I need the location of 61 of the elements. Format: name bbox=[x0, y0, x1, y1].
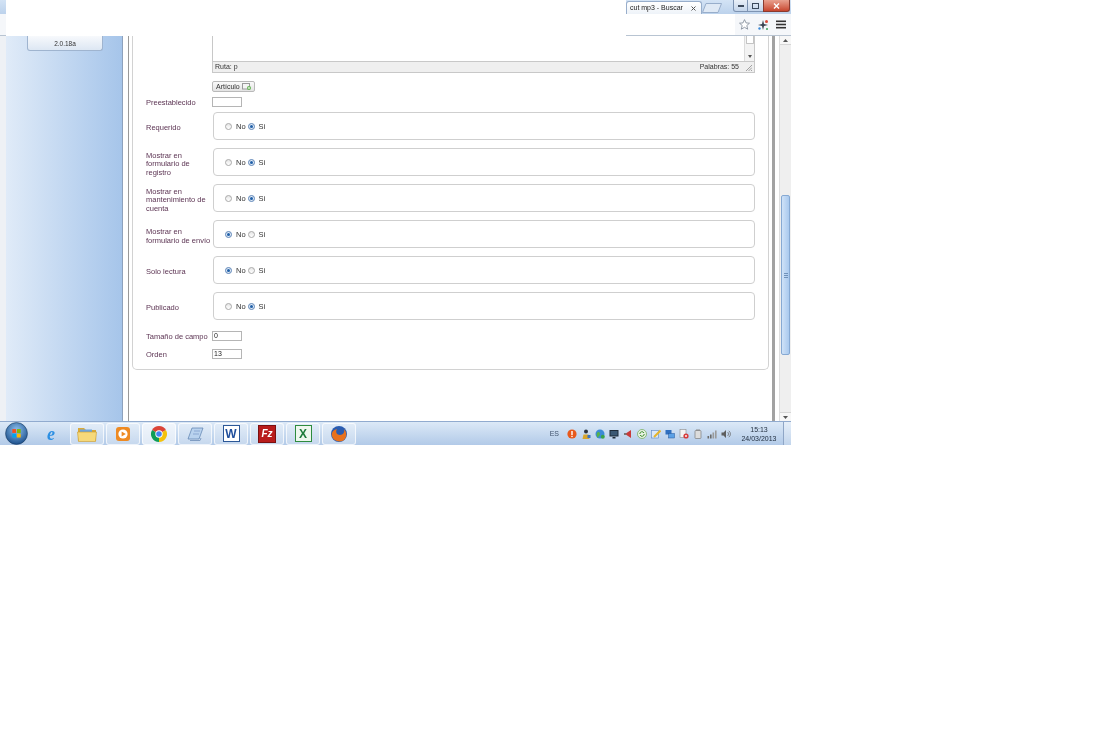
scrollbar-thumb[interactable] bbox=[781, 195, 790, 355]
orb-icon bbox=[4, 422, 28, 445]
caret-down-icon[interactable] bbox=[747, 55, 752, 58]
radio-button[interactable] bbox=[225, 266, 232, 274]
close-icon[interactable] bbox=[691, 5, 696, 11]
text-field[interactable] bbox=[212, 97, 242, 107]
grip-icon bbox=[783, 272, 788, 278]
radio-button[interactable] bbox=[247, 230, 255, 238]
radio-button[interactable] bbox=[225, 230, 232, 238]
monitor-icon[interactable] bbox=[609, 428, 619, 439]
radio-button[interactable] bbox=[225, 194, 232, 202]
radio-button[interactable] bbox=[247, 302, 255, 310]
person-icon[interactable] bbox=[581, 428, 591, 439]
app-logo: Fz bbox=[258, 424, 276, 443]
app-logo: e bbox=[47, 424, 55, 443]
signal-icon[interactable] bbox=[707, 428, 717, 439]
caret-down-icon bbox=[783, 415, 788, 419]
image-plus-icon bbox=[241, 83, 251, 90]
app-logo: X bbox=[294, 425, 312, 442]
taskbar-button[interactable]: W bbox=[214, 422, 248, 445]
radio-button[interactable] bbox=[247, 194, 255, 202]
close-button[interactable] bbox=[763, 0, 790, 12]
play-icon bbox=[115, 425, 131, 442]
menu-icon[interactable] bbox=[776, 20, 786, 29]
minimize-icon bbox=[737, 4, 744, 7]
scrollbar-thumb[interactable] bbox=[745, 36, 754, 44]
taskbar-button[interactable] bbox=[106, 422, 140, 445]
star-icon[interactable] bbox=[739, 19, 750, 30]
close-icon bbox=[773, 2, 780, 9]
megaphone-icon[interactable] bbox=[623, 428, 633, 439]
radio-button[interactable] bbox=[225, 122, 232, 130]
app-logo: W bbox=[222, 425, 240, 442]
taskbar-button[interactable] bbox=[142, 422, 176, 445]
document-x-icon[interactable] bbox=[679, 428, 689, 439]
circle-logo-icon bbox=[150, 424, 168, 443]
scroll-up-button[interactable] bbox=[780, 36, 791, 45]
address-field[interactable] bbox=[626, 14, 735, 35]
maximize-button[interactable] bbox=[748, 0, 763, 12]
battery-icon[interactable] bbox=[693, 428, 703, 439]
radio-button[interactable] bbox=[225, 158, 232, 166]
folder-icon bbox=[77, 425, 97, 442]
scroll-down-button[interactable] bbox=[780, 412, 791, 421]
radio-button[interactable] bbox=[247, 266, 255, 274]
caret-up-icon bbox=[783, 38, 788, 42]
sync-icon[interactable] bbox=[637, 428, 647, 439]
taskbar-button[interactable]: X bbox=[286, 422, 320, 445]
speaker-icon[interactable] bbox=[721, 428, 731, 439]
resize-grip-icon[interactable] bbox=[746, 65, 752, 71]
start-button[interactable] bbox=[2, 422, 30, 445]
taskbar-button[interactable] bbox=[322, 422, 356, 445]
radio-button[interactable] bbox=[247, 122, 255, 130]
taskbar-button[interactable]: Fz bbox=[250, 422, 284, 445]
maximize-icon bbox=[752, 2, 759, 9]
network-icon[interactable] bbox=[665, 428, 675, 439]
minimize-button[interactable] bbox=[733, 0, 748, 12]
sparkle-icon[interactable] bbox=[757, 18, 769, 31]
globe-icon bbox=[330, 424, 348, 443]
taskbar-button[interactable] bbox=[178, 422, 212, 445]
notepad-icon bbox=[186, 425, 204, 442]
radio-button[interactable] bbox=[225, 302, 232, 310]
radio-button[interactable] bbox=[247, 158, 255, 166]
